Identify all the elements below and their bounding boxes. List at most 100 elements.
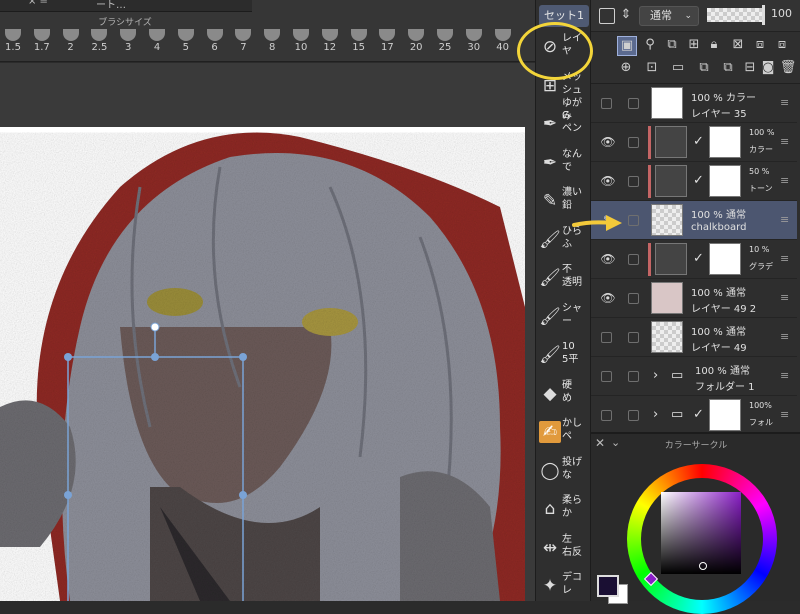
tool-item[interactable]: 🖌︎ 10 5平 (536, 336, 591, 376)
brush-size-option[interactable]: 8 (259, 27, 285, 57)
combine-layer-icon[interactable]: ⧉ (719, 60, 737, 75)
canvas[interactable] (0, 127, 525, 601)
transfer-down-icon[interactable]: ⧉ (695, 60, 713, 75)
eye-icon[interactable]: 👁︎ (600, 252, 616, 266)
new-folder-icon[interactable]: ▭ (669, 60, 687, 75)
brush-size-option[interactable]: 2.5 (86, 27, 112, 57)
layer-row[interactable]: 👁︎ 100 % 通常 レイヤー 49 2 ≡ (591, 279, 797, 318)
brush-size-option[interactable]: 25 (432, 27, 458, 57)
brush-size-option[interactable]: 10 (288, 27, 314, 57)
tool-item[interactable]: ✦ デコ レ (536, 567, 591, 607)
tool-item[interactable]: 🖌︎ シャー (536, 298, 591, 338)
check-icon: ✓ (693, 134, 704, 149)
layer-lock-checkbox[interactable] (628, 176, 639, 187)
drag-handle-icon[interactable]: ≡ (780, 369, 789, 382)
layer-row[interactable]: 100 % カラー レイヤー 35 ≡ (591, 84, 797, 123)
layer-lock-checkbox[interactable] (628, 98, 639, 109)
create-mask-icon[interactable]: ◙ (759, 60, 777, 75)
clip-layer-icon[interactable]: ⧉ (663, 37, 681, 52)
eye-icon[interactable]: 👁︎ (600, 135, 616, 149)
brush-size-option[interactable]: 6 (202, 27, 228, 57)
layer-lock-checkbox[interactable] (628, 332, 639, 343)
tool-item[interactable]: ✒ なん で (536, 144, 591, 184)
reference-layer-icon[interactable]: ⊞ (685, 37, 703, 52)
layer-name: レイヤー 49 (691, 343, 747, 354)
tool-item[interactable]: ⇹ 左 右反 (536, 529, 591, 569)
layer-row[interactable]: › ▭ 100 % 通常 フォルダー 1 ≡ (591, 357, 797, 396)
mask-enable-icon[interactable]: ⧈ (751, 37, 769, 52)
visibility-checkbox[interactable] (601, 410, 612, 421)
visibility-checkbox[interactable] (601, 371, 612, 382)
brush-size-option[interactable]: 17 (374, 27, 400, 57)
drag-handle-icon[interactable]: ≡ (780, 96, 789, 109)
brush-size-label: 30 (467, 42, 481, 53)
main-color-swatch[interactable] (597, 575, 619, 597)
drag-handle-icon[interactable]: ≡ (780, 408, 789, 421)
layer-row[interactable]: 👁︎ ✓ 50 % トーン ≡ (591, 162, 797, 201)
new-raster-layer-icon[interactable]: ⊕ (617, 60, 635, 75)
trash-icon[interactable]: 🗑︎ (779, 60, 797, 75)
layer-lock-checkbox[interactable] (628, 293, 639, 304)
drag-handle-icon[interactable]: ≡ (780, 252, 789, 265)
brush-size-option[interactable]: 5 (173, 27, 199, 57)
lock-alpha-icon[interactable]: ⊠ (729, 37, 747, 52)
tool-item[interactable]: ✍ かし ペ (536, 413, 591, 453)
brush-size-option[interactable]: 2 (58, 27, 84, 57)
brush-size-option[interactable]: 40 (490, 27, 516, 57)
brush-size-option[interactable]: 7 (230, 27, 256, 57)
tool-item[interactable]: ✒ G ペン (536, 105, 591, 145)
drag-handle-icon[interactable]: ≡ (780, 291, 789, 304)
drag-handle-icon[interactable]: ≡ (780, 174, 789, 187)
strip-item-1[interactable]: ート… (96, 0, 126, 11)
chevron-right-icon[interactable]: › (653, 368, 658, 383)
new-vector-layer-icon[interactable]: ⊡ (643, 60, 661, 75)
brush-size-option[interactable]: 1.7 (29, 27, 55, 57)
opacity-value[interactable]: 100 (771, 7, 792, 20)
chevron-right-icon[interactable]: › (653, 407, 658, 422)
layer-select-icon[interactable]: ▣ (617, 36, 637, 56)
tool-item[interactable]: 🖌︎ 不 透明 (536, 259, 591, 299)
check-icon: ✓ (693, 173, 704, 188)
brush-size-option[interactable]: 30 (461, 27, 487, 57)
tool-item[interactable]: ◯ 投げ な (536, 452, 591, 492)
tool-item[interactable]: ◆ 硬 め (536, 375, 591, 415)
tool-item[interactable]: ⌂ 柔ら か (536, 490, 591, 530)
layer-lock-checkbox[interactable] (628, 137, 639, 148)
brush-size-option[interactable]: 3 (115, 27, 141, 57)
layer-color-icon[interactable] (599, 8, 615, 24)
eye-icon[interactable]: 👁︎ (600, 291, 616, 305)
visibility-checkbox[interactable] (601, 332, 612, 343)
layer-row[interactable]: 👁︎ ✓ 100 % カラー ≡ (591, 123, 797, 162)
layer-opacity-mode: 100 % (749, 128, 775, 137)
brush-size-option[interactable]: 12 (317, 27, 343, 57)
color-wheel-panel: ✕ ⌄ カラーサークル (590, 432, 800, 614)
brush-size-option[interactable]: 15 (346, 27, 372, 57)
brush-size-option[interactable]: 1.5 (0, 27, 26, 57)
layer-lock-checkbox[interactable] (628, 254, 639, 265)
eye-icon[interactable]: 👁︎ (600, 174, 616, 188)
drag-handle-icon[interactable]: ≡ (780, 330, 789, 343)
opacity-slider[interactable] (707, 8, 763, 22)
lock-icon[interactable]: 🔒︎ (705, 37, 723, 52)
strip-item-0[interactable]: × = (28, 0, 48, 7)
layer-lock-checkbox[interactable] (628, 410, 639, 421)
visibility-checkbox[interactable] (601, 98, 612, 109)
palette-layer-icon[interactable]: ⚲ (641, 37, 659, 52)
duplicate-layer-icon[interactable]: ⊟ (741, 60, 759, 75)
brush-size-option[interactable]: 4 (144, 27, 170, 57)
layer-row[interactable]: 👁︎ ✓ 10 % グラデ ≡ (591, 240, 797, 279)
stepper-icon[interactable]: ⇕ (617, 7, 635, 22)
layer-row[interactable]: › ▭ ✓ 100% フォル ≡ (591, 396, 797, 435)
drag-handle-icon[interactable]: ≡ (780, 213, 789, 226)
layer-row[interactable]: 100 % 通常 レイヤー 49 ≡ (591, 318, 797, 357)
drag-handle-icon[interactable]: ≡ (780, 135, 789, 148)
pencil-icon: ✎ (542, 191, 558, 211)
blend-mode-select[interactable]: 通常 ⌄ (639, 6, 699, 26)
layer-lock-checkbox[interactable] (628, 371, 639, 382)
brush-size-option[interactable]: 20 (403, 27, 429, 57)
mask-range-icon[interactable]: ⧈ (773, 37, 791, 52)
color-picker-point[interactable] (699, 562, 707, 570)
layer-thumbnail (651, 282, 683, 314)
layer-name: レイヤー 49 2 (691, 304, 757, 315)
opacity-handle[interactable] (762, 5, 765, 25)
